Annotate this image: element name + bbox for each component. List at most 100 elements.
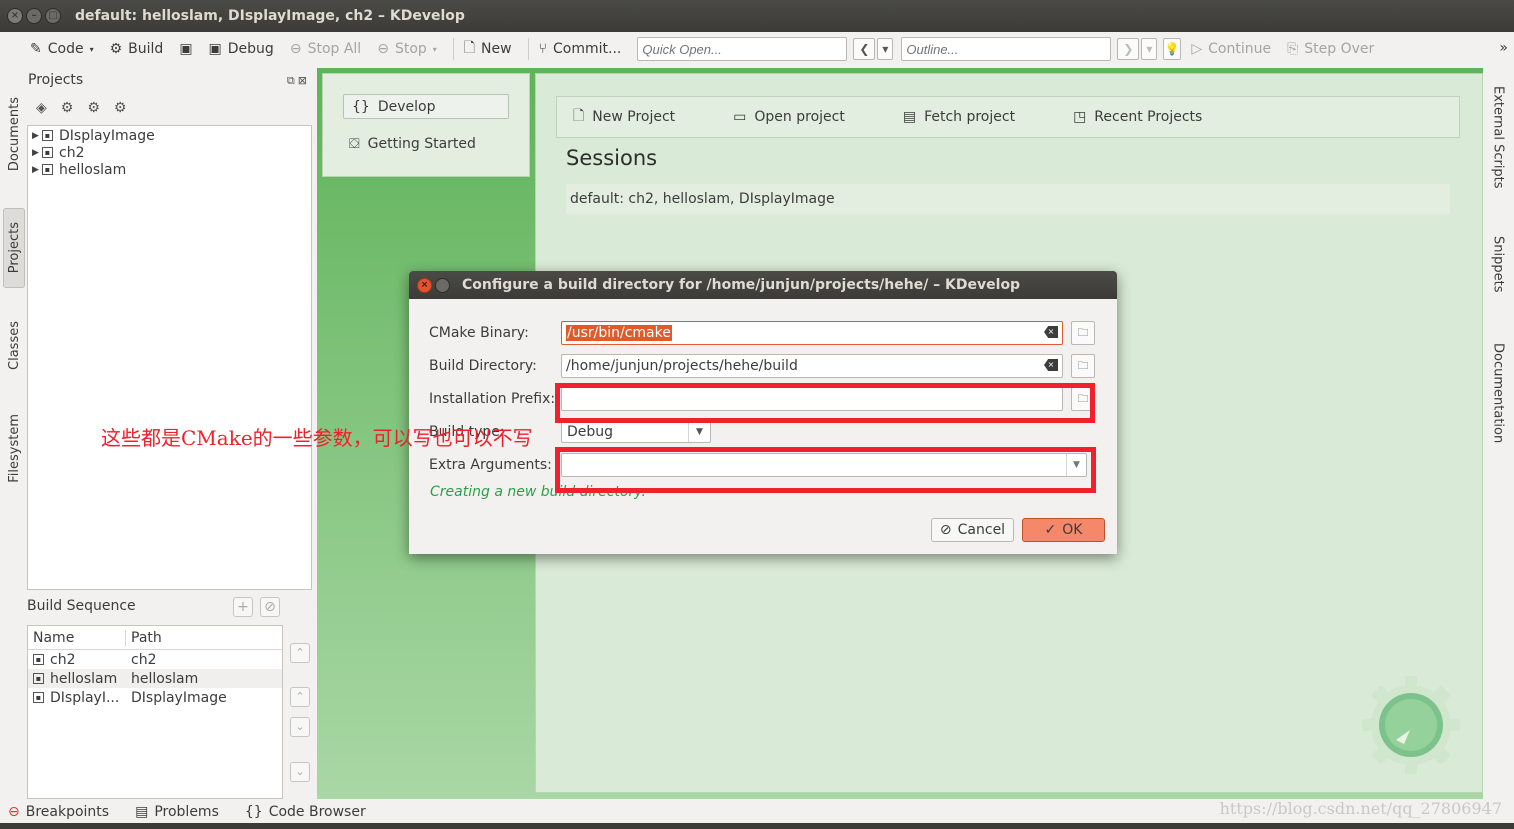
toolbar-separator bbox=[527, 38, 529, 60]
dialog-minimize-button[interactable] bbox=[435, 277, 450, 293]
new-document-icon: 🗋 bbox=[463, 40, 476, 56]
debug-icon: ▣ bbox=[208, 41, 222, 57]
cmake-binary-label: CMake Binary: bbox=[429, 325, 529, 341]
forward-history-button[interactable]: ▾ bbox=[1141, 38, 1158, 60]
build-directory-input[interactable]: /home/junjun/projects/hehe/build × bbox=[561, 354, 1063, 378]
panel-float-close-icons[interactable]: ⧉⊠ bbox=[287, 74, 310, 88]
project-icon: ▪ bbox=[42, 164, 53, 175]
welcome-area-selector: {} Develop ⛋ Getting Started bbox=[322, 73, 530, 177]
quick-open-input[interactable] bbox=[637, 37, 848, 61]
window-minimize-button[interactable]: – bbox=[26, 8, 42, 24]
new-project-button[interactable]: 🗋 New Project bbox=[573, 105, 675, 129]
cmake-binary-value: /usr/bin/cmake bbox=[566, 325, 672, 341]
run-button[interactable]: ▣ bbox=[179, 41, 192, 57]
expand-arrow-icon[interactable]: ▶ bbox=[32, 165, 42, 175]
expand-arrow-icon[interactable]: ▶ bbox=[32, 131, 42, 141]
fetch-project-button[interactable]: ▤ Fetch project bbox=[903, 109, 1015, 125]
tree-item[interactable]: ▶ ▪ ch2 bbox=[28, 144, 311, 161]
right-tool-tabs: External Scripts Snippets Documentation bbox=[1486, 70, 1510, 800]
table-row[interactable]: ▪ ch2 ch2 bbox=[28, 650, 282, 669]
clear-icon[interactable]: × bbox=[1044, 326, 1058, 338]
dialog-close-button[interactable]: × bbox=[417, 277, 432, 293]
back-button[interactable]: ❮ bbox=[853, 38, 876, 60]
recent-projects-button[interactable]: ◳ Recent Projects bbox=[1073, 109, 1202, 125]
folder-icon: 🗀 bbox=[1077, 359, 1089, 372]
move-up-button[interactable]: ⌃ bbox=[290, 687, 310, 707]
annotation-box-extra-arguments bbox=[555, 447, 1096, 493]
window-close-button[interactable]: × bbox=[7, 8, 23, 24]
tab-code-browser[interactable]: {} Code Browser bbox=[245, 804, 366, 820]
tree-item[interactable]: ▶ ▪ DIsplayImage bbox=[28, 127, 311, 144]
recent-projects-icon: ◳ bbox=[1073, 109, 1087, 125]
tab-breakpoints[interactable]: ⊖ Breakpoints bbox=[8, 804, 109, 820]
tab-classes[interactable]: Classes bbox=[3, 308, 25, 382]
stop-button[interactable]: ⊖ Stop ▾ bbox=[377, 41, 437, 57]
tab-projects[interactable]: Projects bbox=[3, 208, 25, 288]
stop-all-button[interactable]: ⊖ Stop All bbox=[290, 41, 361, 57]
toolbar-separator bbox=[452, 38, 454, 60]
sessions-title: Sessions bbox=[566, 146, 658, 170]
commit-button[interactable]: ⑂ Commit... bbox=[539, 41, 622, 57]
cmake-binary-input[interactable]: /usr/bin/cmake × bbox=[561, 321, 1063, 345]
continue-button[interactable]: ▷ Continue bbox=[1191, 41, 1271, 57]
tree-item[interactable]: ▶ ▪ helloslam bbox=[28, 161, 311, 178]
expand-arrow-icon[interactable]: ▶ bbox=[32, 148, 42, 158]
cancel-button[interactable]: ⊘ Cancel bbox=[931, 518, 1014, 542]
tab-filesystem[interactable]: Filesystem bbox=[3, 400, 25, 496]
ok-button[interactable]: ✓ OK bbox=[1022, 518, 1105, 542]
table-row[interactable]: ▪ helloslam helloslam bbox=[28, 669, 282, 688]
move-down-button[interactable]: ⌄ bbox=[290, 717, 310, 737]
column-name-header[interactable]: Name bbox=[28, 629, 126, 646]
column-path-header[interactable]: Path bbox=[126, 630, 162, 646]
window-titlebar: × – □ default: helloslam, DIsplayImage, … bbox=[0, 0, 1514, 32]
remove-build-item-button[interactable]: ⊘ bbox=[260, 597, 280, 617]
build-button[interactable]: ⚙ Build bbox=[110, 41, 164, 57]
browse-build-dir-button[interactable]: 🗀 bbox=[1071, 354, 1095, 378]
move-bottom-button[interactable]: ⌄ bbox=[290, 762, 310, 782]
project-actions-bar: 🗋 New Project ▭ Open project ▤ Fetch projec… bbox=[556, 96, 1460, 138]
annotation-text: 这些都是CMake的一些参数，可以写也可以不写 bbox=[101, 426, 533, 450]
folder-icon: 🗀 bbox=[1077, 326, 1089, 339]
window-bottom-border bbox=[0, 823, 1514, 829]
new-project-icon: 🗋 bbox=[573, 108, 585, 124]
window-maximize-button[interactable]: □ bbox=[45, 8, 61, 24]
project-icon: ▪ bbox=[33, 673, 44, 684]
continue-icon: ▷ bbox=[1191, 41, 1203, 57]
debug-button[interactable]: ▣ Debug bbox=[209, 41, 274, 57]
project-icon: ▪ bbox=[33, 692, 44, 703]
clear-icon[interactable]: × bbox=[1044, 359, 1058, 371]
tab-documents[interactable]: Documents bbox=[3, 84, 25, 184]
step-over-icon: ⎘ bbox=[1287, 41, 1299, 57]
bulb-button[interactable]: 💡 bbox=[1163, 38, 1182, 60]
help-icon: ⛋ bbox=[349, 136, 360, 152]
move-top-button[interactable]: ⌃ bbox=[290, 643, 310, 663]
forward-button[interactable]: ❯ bbox=[1117, 38, 1140, 60]
back-history-button[interactable]: ▾ bbox=[877, 38, 894, 60]
build-directory-label: Build Directory: bbox=[429, 358, 537, 374]
braces-icon: {} bbox=[244, 804, 263, 820]
tab-snippets[interactable]: Snippets bbox=[1488, 224, 1508, 304]
develop-button[interactable]: {} Develop bbox=[343, 94, 509, 119]
tab-documentation[interactable]: Documentation bbox=[1488, 330, 1508, 456]
build-directory-value: /home/junjun/projects/hehe/build bbox=[566, 358, 798, 374]
toolbar-overflow-button[interactable]: » bbox=[1499, 40, 1508, 56]
table-row[interactable]: ▪ DIsplayI... DIsplayImage bbox=[28, 688, 282, 707]
main-toolbar: ✎ Code ▾ ⚙ Build ▣ ▣ Debug ⊖ Stop All ⊖ Stop ▾ … bbox=[0, 32, 1514, 66]
tab-problems[interactable]: ▤ Problems bbox=[135, 804, 219, 820]
build-icon: ⚙ bbox=[109, 41, 123, 57]
code-menu-button[interactable]: ✎ Code ▾ bbox=[30, 41, 94, 57]
outline-input[interactable] bbox=[901, 37, 1112, 61]
tab-external-scripts[interactable]: External Scripts bbox=[1488, 72, 1508, 202]
left-tool-tabs: Documents Projects Classes Filesystem bbox=[0, 70, 26, 800]
open-project-button[interactable]: ▭ Open project bbox=[733, 109, 845, 125]
browse-cmake-button[interactable]: 🗀 bbox=[1071, 321, 1095, 345]
build-type-select[interactable]: Debug ▼ bbox=[561, 421, 711, 443]
dialog-title: Configure a build directory for /home/ju… bbox=[462, 277, 1021, 293]
projects-toolbar[interactable]: ◈⚙⚙⚙ bbox=[36, 100, 140, 116]
getting-started-button[interactable]: ⛋ Getting Started bbox=[349, 136, 476, 152]
add-build-item-button[interactable]: + bbox=[233, 597, 253, 617]
step-over-button[interactable]: ⎘ Step Over bbox=[1287, 41, 1374, 57]
build-sequence-table: Name Path ▪ ch2 ch2 ▪ helloslam helloslam ▪ D… bbox=[27, 625, 283, 799]
session-item[interactable]: default: ch2, helloslam, DIsplayImage bbox=[566, 184, 1450, 214]
new-button[interactable]: 🗋 New bbox=[464, 37, 512, 61]
